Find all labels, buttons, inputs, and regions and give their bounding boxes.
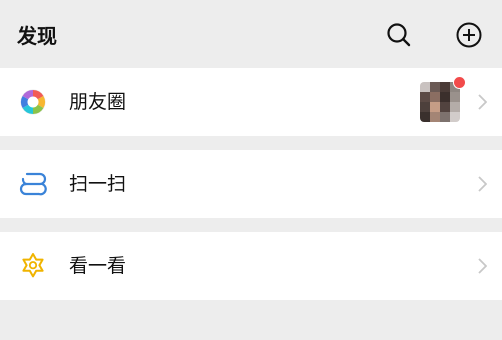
page-title: 发现 (17, 24, 57, 48)
badge-dot (453, 76, 466, 89)
moments-aperture-icon (18, 87, 48, 117)
scan-icon (18, 169, 48, 199)
list-item-top-stories[interactable]: 看一看 (0, 232, 502, 300)
moments-label: 朋友圈 (69, 91, 127, 113)
moments-thumbnail (420, 82, 460, 122)
chevron-right-icon (476, 174, 488, 194)
search-icon[interactable] (384, 20, 414, 50)
plus-circle-icon[interactable] (454, 20, 484, 50)
scan-label: 扫一扫 (69, 173, 127, 195)
chevron-right-icon (476, 92, 488, 112)
list-item-moments[interactable]: 朋友圈 (0, 68, 502, 136)
top-bar: 发现 (0, 0, 502, 68)
list-item-scan[interactable]: 扫一扫 (0, 150, 502, 218)
top-stories-icon (18, 251, 48, 281)
top-stories-label: 看一看 (69, 255, 127, 277)
chevron-right-icon (476, 256, 488, 276)
